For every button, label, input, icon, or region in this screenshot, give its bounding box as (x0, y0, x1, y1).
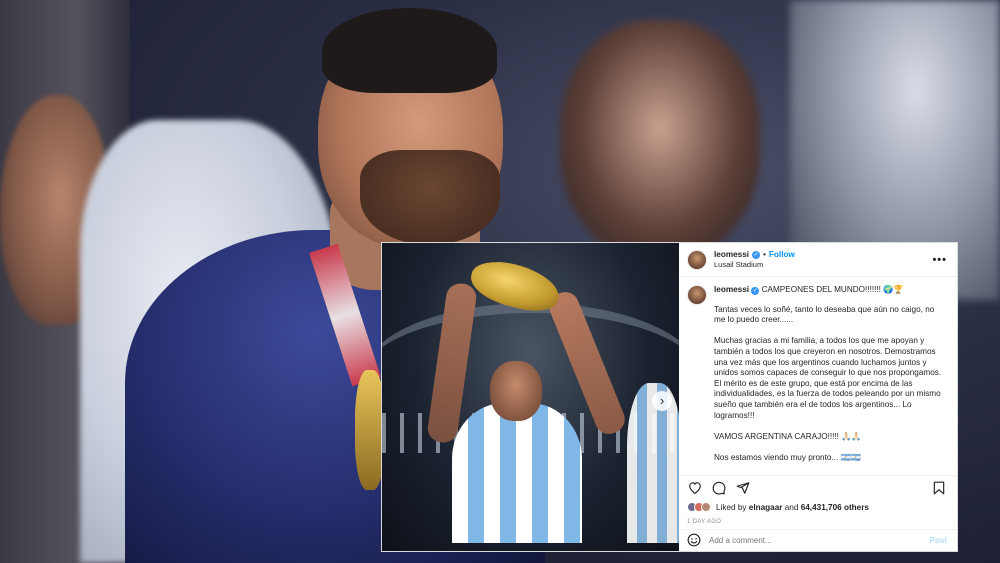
likes-count[interactable]: 64,431,706 others (801, 503, 869, 512)
caption-paragraph: Tantas veces lo soñé, tanto lo deseaba q… (714, 304, 935, 325)
share-icon[interactable] (735, 480, 751, 496)
smiley-icon[interactable] (687, 533, 701, 549)
player-hair (322, 8, 497, 93)
caption-paragraph: Nos estamos viendo muy pronto... 🇦🇷🇦🇷 (714, 452, 861, 462)
verified-badge-icon: ✓ (752, 250, 761, 259)
bookmark-icon[interactable] (931, 480, 947, 496)
caption-headline: CAMPEONES DEL MUNDO!!!!!!! 🌍🏆 (761, 285, 904, 294)
location-link[interactable]: Lusail Stadium (714, 260, 932, 270)
likes-and: and (784, 502, 799, 512)
post-caption: leomessi ✓ CAMPEONES DEL MUNDO!!!!!!! 🌍🏆… (679, 277, 957, 475)
verified-badge-icon: ✓ (751, 287, 760, 295)
post-header: leomessi ✓ • Follow Lusail Stadium ••• (679, 243, 957, 277)
argentina-jersey (452, 403, 582, 543)
post-timestamp[interactable]: 1 DAY AGO (679, 515, 957, 529)
action-bar (679, 475, 957, 499)
comment-input[interactable] (709, 536, 922, 545)
post-side-panel: leomessi ✓ • Follow Lusail Stadium ••• l… (679, 243, 957, 551)
likes-summary[interactable]: Liked by elnagaar and 64,431,706 others (679, 499, 957, 515)
post-image[interactable]: › (382, 243, 679, 551)
more-options-icon[interactable]: ••• (932, 254, 947, 266)
caption-paragraph: Muchas gracias a mi familia, a todos los… (714, 336, 942, 420)
likes-prefix: Liked by (716, 502, 747, 512)
follow-button[interactable]: Follow (769, 250, 795, 260)
caption-avatar[interactable] (687, 285, 707, 305)
instagram-post-embed: › leomessi ✓ • Follow Lusail Stadium •••… (381, 242, 958, 552)
heart-icon[interactable] (687, 480, 703, 496)
player-beard (360, 150, 500, 245)
comment-bar: Post (679, 529, 957, 551)
separator-dot: • (763, 249, 766, 259)
username-link[interactable]: leomessi (714, 250, 749, 260)
background-person-woman (560, 20, 760, 260)
liker-username[interactable]: elnagaar (749, 503, 783, 512)
post-comment-button[interactable]: Post (930, 536, 947, 545)
caption-username[interactable]: leomessi (714, 285, 749, 294)
player-head (490, 361, 542, 421)
caption-paragraph: VAMOS ARGENTINA CARAJO!!!!! 🙏🏻🙏🏻 (714, 431, 862, 441)
liker-avatars (687, 502, 711, 512)
avatar[interactable] (687, 249, 707, 270)
chevron-right-icon[interactable]: › (652, 391, 672, 411)
comment-icon[interactable] (711, 480, 727, 496)
